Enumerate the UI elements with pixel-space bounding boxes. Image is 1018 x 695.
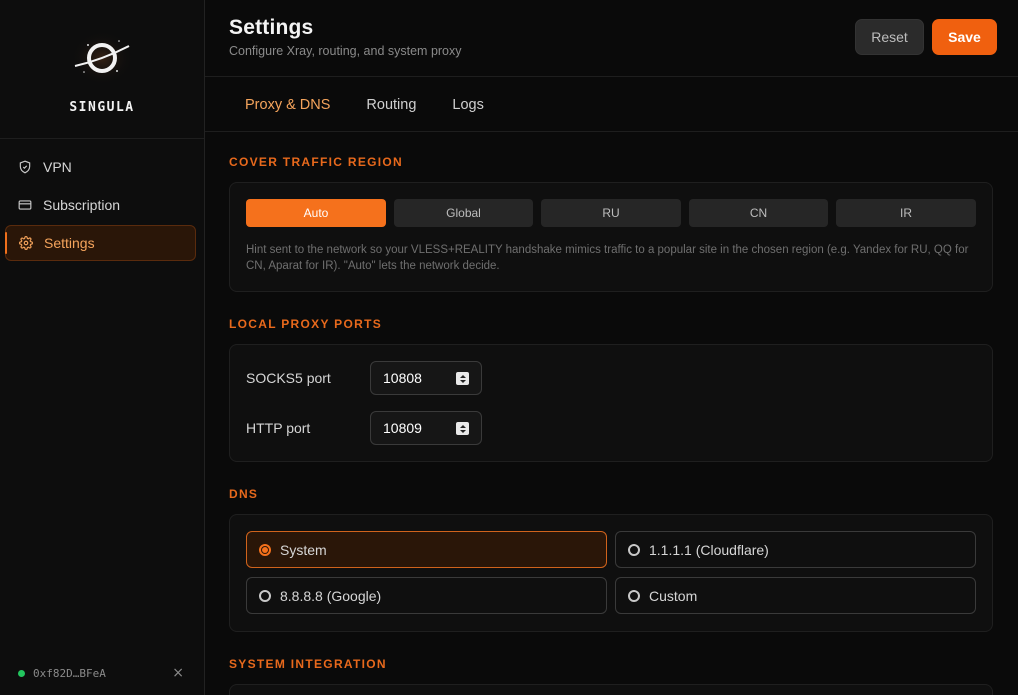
region-option-ir[interactable]: IR: [836, 199, 976, 227]
http-port-input[interactable]: 10809: [370, 411, 482, 445]
sidebar-item-label: VPN: [43, 159, 72, 175]
page-subtitle: Configure Xray, routing, and system prox…: [229, 44, 462, 58]
sidebar-item-label: Subscription: [43, 197, 121, 213]
sidebar-item-subscription[interactable]: Subscription: [5, 187, 196, 223]
http-port-label: HTTP port: [246, 420, 311, 436]
dns-option-system[interactable]: System: [246, 531, 607, 568]
wallet-status: 0xf82D…BFeA ×: [0, 651, 204, 695]
dns-card: System 1.1.1.1 (Cloudflare) 8.8.8.8 (Goo…: [229, 514, 993, 632]
sidebar-nav: VPN Subscription Settings: [0, 139, 204, 261]
brand: SINGULA: [0, 0, 204, 139]
page-header: Settings Configure Xray, routing, and sy…: [205, 0, 1018, 77]
system-integration-card: [229, 684, 993, 695]
wallet-address: 0xf82D…BFeA: [33, 666, 106, 680]
dns-option-cloudflare[interactable]: 1.1.1.1 (Cloudflare): [615, 531, 976, 568]
dns-option-label: 1.1.1.1 (Cloudflare): [649, 541, 769, 558]
dns-option-label: System: [280, 541, 327, 558]
socks5-port-input[interactable]: 10808: [370, 361, 482, 395]
shield-icon: [17, 159, 33, 175]
sidebar-item-label: Settings: [44, 235, 95, 251]
socks5-port-value: 10808: [383, 370, 422, 386]
socks5-port-stepper-icon[interactable]: [456, 372, 469, 385]
http-port-stepper-icon[interactable]: [456, 422, 469, 435]
save-button[interactable]: Save: [932, 19, 997, 55]
radio-icon: [259, 589, 271, 602]
region-option-ru[interactable]: RU: [541, 199, 681, 227]
radio-icon: [628, 543, 640, 556]
http-port-value: 10809: [383, 420, 422, 436]
dns-option-label: 8.8.8.8 (Google): [280, 587, 382, 604]
dns-option-label: Custom: [649, 587, 698, 604]
card-icon: [17, 197, 33, 213]
tab-logs[interactable]: Logs: [452, 97, 483, 113]
tab-routing[interactable]: Routing: [366, 97, 416, 113]
sidebar-item-vpn[interactable]: VPN: [5, 149, 196, 185]
disconnect-wallet-button[interactable]: ×: [172, 665, 184, 681]
page-title: Settings: [229, 16, 314, 39]
section-title-ports: LOCAL PROXY PORTS: [229, 317, 383, 331]
radio-icon: [259, 543, 271, 556]
dns-option-custom[interactable]: Custom: [615, 577, 976, 614]
section-title-system: SYSTEM INTEGRATION: [229, 657, 387, 671]
sidebar: SINGULA VPN Subscription Settings 0xf82D…: [0, 0, 205, 695]
region-option-cn[interactable]: CN: [689, 199, 828, 227]
brand-name: SINGULA: [69, 100, 135, 115]
settings-tabs: Proxy & DNS Routing Logs: [205, 78, 1018, 132]
section-title-region: COVER TRAFFIC REGION: [229, 155, 404, 169]
socks5-port-label: SOCKS5 port: [246, 370, 331, 386]
region-hint: Hint sent to the network so your VLESS+R…: [246, 244, 969, 272]
connection-status-dot: [18, 669, 25, 677]
gear-icon: [18, 235, 34, 251]
region-option-global[interactable]: Global: [394, 199, 533, 227]
reset-button[interactable]: Reset: [855, 19, 924, 55]
region-card: Auto Global RU CN IR Hint sent to the ne…: [229, 182, 993, 292]
radio-icon: [628, 589, 640, 602]
region-option-auto[interactable]: Auto: [246, 199, 386, 227]
ports-card: SOCKS5 port 10808 HTTP port 10809: [229, 344, 993, 462]
dns-option-google[interactable]: 8.8.8.8 (Google): [246, 577, 607, 614]
section-title-dns: DNS: [229, 487, 259, 501]
tab-proxy-dns[interactable]: Proxy & DNS: [245, 97, 330, 113]
singula-logo-icon: [69, 30, 135, 86]
sidebar-item-settings[interactable]: Settings: [5, 225, 196, 261]
